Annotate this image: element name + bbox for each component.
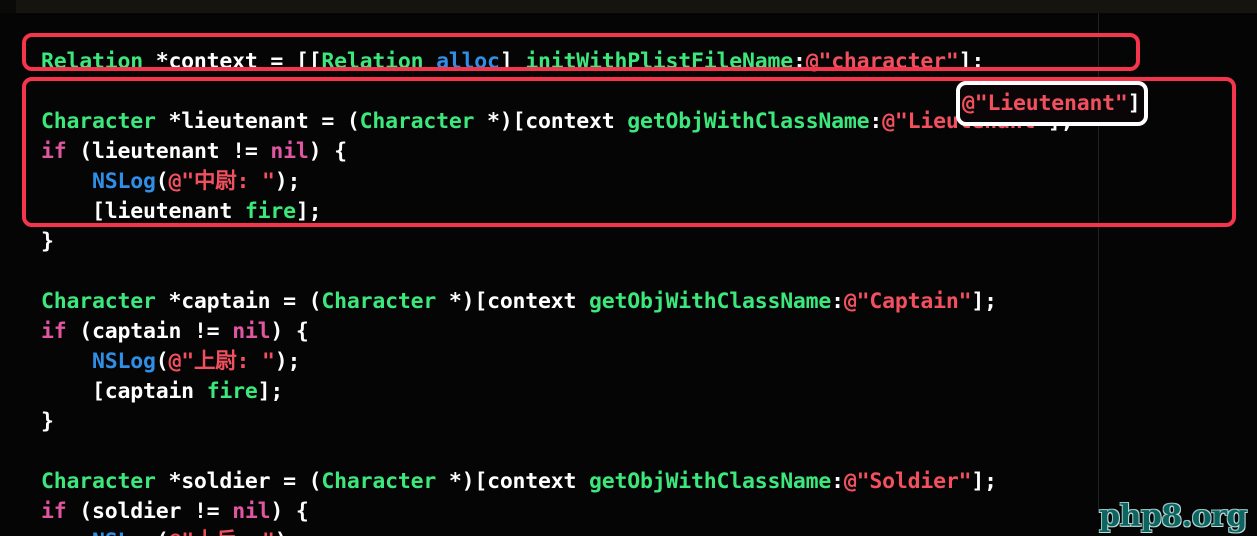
code-line: Character *lieutenant = (Character *)[co… [41, 107, 1074, 137]
code-token: NSLog [91, 168, 156, 194]
code-token: ( [155, 348, 169, 374]
code-token: NSLog [92, 529, 156, 536]
code-line: if (soldier != nil) { [41, 497, 1073, 527]
code-token: : [792, 48, 806, 74]
code-token: @"Captain" [843, 288, 972, 314]
code-token: ]; [1047, 108, 1074, 134]
code-token: Character [41, 108, 156, 134]
code-token: ); [274, 168, 301, 194]
code-token: (captain != [66, 318, 233, 344]
code-token: ); [275, 529, 301, 536]
code-line: } [41, 227, 1073, 257]
code-token: @"上尉: " [168, 348, 275, 374]
code-token: @"character" [805, 48, 959, 74]
code-line: if (captain != nil) { [41, 317, 1073, 347]
window-top-strip-left-gutter [0, 0, 16, 13]
code-token: ]; [971, 468, 997, 494]
code-token: @"中尉: " [168, 168, 275, 194]
code-token: ]; [295, 198, 322, 224]
code-token: (lieutenant != [66, 138, 271, 164]
code-token: ]; [971, 288, 997, 314]
code-line: Character *soldier = (Character *)[conte… [41, 467, 1073, 497]
code-token: ) { [270, 318, 309, 344]
code-token: *)[context [436, 468, 590, 494]
code-token: *)[context [474, 108, 628, 134]
code-token: alloc [436, 48, 500, 74]
code-token: *soldier = ( [155, 468, 322, 494]
code-token: @"Lieutenant" [882, 108, 1048, 134]
window-top-strip [0, 0, 1257, 13]
screenshot-root: Relation *context = [[Relation alloc] in… [0, 0, 1257, 536]
code-token: *context = [[ [142, 48, 322, 74]
code-token: } [41, 408, 54, 434]
code-line: } [41, 407, 1073, 437]
code-line: if (lieutenant != nil) { [41, 137, 1073, 167]
code-token: Character [41, 468, 156, 494]
code-token: @"Soldier" [843, 468, 972, 494]
code-line: NSLog(@"士兵: "); [41, 527, 1073, 536]
code-token: [lieutenant [41, 198, 245, 224]
code-token: : [831, 468, 844, 494]
code-line: NSLog(@"上尉: "); [41, 347, 1073, 377]
code-token: *lieutenant = ( [155, 108, 360, 134]
site-watermark: php8.org [1099, 499, 1247, 534]
code-token: ); [274, 348, 301, 374]
code-token: Relation [41, 48, 143, 74]
code-token: ( [155, 168, 169, 194]
code-token: @"士兵: " [168, 529, 275, 536]
code-block[interactable]: Relation *context = [[Relation alloc] in… [41, 47, 1074, 536]
code-token: *)[context [436, 288, 590, 314]
code-line: [captain fire]; [41, 377, 1073, 407]
code-line: Character *captain = (Character *)[conte… [41, 287, 1073, 317]
code-token: (soldier != [66, 498, 233, 524]
code-token: fire [206, 378, 258, 404]
code-token: [captain [41, 378, 207, 404]
code-token: if [41, 498, 67, 524]
code-token: ) { [308, 138, 347, 164]
code-line: NSLog(@"中尉: "); [41, 167, 1073, 197]
code-token: getObjWithClassName [589, 468, 832, 494]
code-token: if [41, 138, 67, 164]
code-line: [lieutenant fire]; [41, 197, 1073, 227]
code-token: ] [499, 48, 526, 74]
code-token: *captain = ( [155, 288, 322, 314]
code-token: nil [232, 498, 271, 524]
code-token: ]; [958, 48, 985, 74]
code-token: Character [359, 108, 475, 134]
code-token: NSLog [91, 348, 156, 374]
code-token: : [869, 108, 883, 134]
code-token: : [831, 288, 844, 314]
code-token: getObjWithClassName [627, 108, 870, 134]
code-line: Relation *context = [[Relation alloc] in… [41, 47, 1073, 77]
code-token: fire [244, 198, 296, 224]
column-guide-rule [1098, 13, 1099, 513]
code-editor-surface[interactable]: Relation *context = [[Relation alloc] in… [0, 13, 1257, 536]
code-token: getObjWithClassName [589, 288, 832, 314]
code-token: Character [41, 288, 156, 314]
code-token: nil [232, 318, 271, 344]
code-token: initWithPlistFileName [525, 48, 793, 74]
code-token: nil [270, 138, 309, 164]
code-token: ) { [270, 498, 309, 524]
code-token: Character [321, 288, 437, 314]
code-token: Character [321, 468, 437, 494]
code-token: Relation [321, 48, 437, 74]
code-token: } [41, 228, 54, 254]
code-token: if [41, 318, 67, 344]
code-token: ( [156, 529, 169, 536]
annotation-white-box-bracket: ] [1127, 91, 1141, 116]
code-token: ]; [257, 378, 284, 404]
